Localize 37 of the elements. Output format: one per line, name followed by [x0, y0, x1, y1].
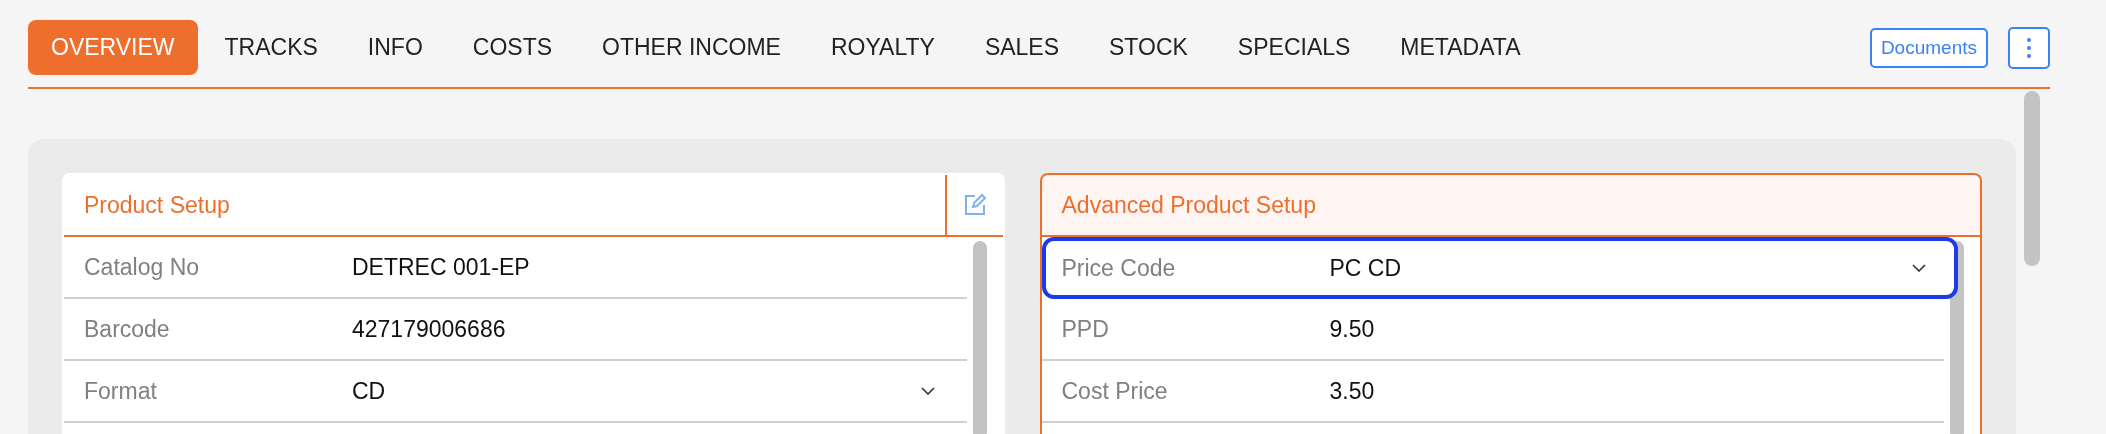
tab[interactable]: METADATA: [1377, 20, 1544, 75]
card-title: Advanced Product Setup: [1060, 191, 1316, 219]
tab[interactable]: ROYALTY: [807, 20, 958, 75]
field-label: Format: [84, 377, 158, 405]
documents-button[interactable]: Documents: [1869, 27, 1988, 68]
edit-icon: [962, 193, 987, 217]
tab[interactable]: SALES: [961, 20, 1083, 75]
more-icon: [2026, 35, 2032, 60]
chevron-down-icon: [920, 387, 935, 395]
field-value: 427179006686: [352, 315, 507, 343]
field-label: Catalog No: [84, 253, 201, 281]
chevron-down-icon: [1912, 264, 1926, 272]
scrollbar[interactable]: [972, 241, 987, 434]
form-row[interactable]: PPD 9.50: [1041, 299, 1944, 361]
form-row[interactable]: Barcode 427179006686: [64, 299, 967, 361]
tab[interactable]: COSTS: [449, 20, 576, 75]
field-value: DETREC 001-EP: [352, 253, 531, 281]
tab[interactable]: TRACKS: [201, 20, 341, 75]
field-label: PPD: [1061, 315, 1110, 343]
tab[interactable]: STOCK: [1086, 20, 1211, 75]
field-value: PC CD: [1329, 254, 1403, 282]
field-label: Price Code: [1061, 254, 1177, 282]
tab[interactable]: OTHER INCOME: [579, 20, 804, 75]
form-row[interactable]: Format CD: [64, 361, 967, 423]
field-value: CD: [352, 377, 387, 405]
more-menu-button[interactable]: [2008, 26, 2050, 69]
form-row[interactable]: Catalog No DETREC 001-EP: [64, 237, 967, 299]
field-label: Barcode: [84, 315, 171, 343]
scrollbar[interactable]: [2024, 91, 2040, 266]
form-row[interactable]: Cost Price 3.50: [1041, 361, 1944, 423]
tab[interactable]: INFO: [344, 20, 446, 75]
tab[interactable]: SPECIALS: [1214, 20, 1374, 75]
field-label: Cost Price: [1061, 377, 1169, 405]
form-row[interactable]: Price Code PC CD: [1041, 237, 1958, 299]
field-value: 3.50: [1329, 377, 1376, 405]
card-title: Product Setup: [83, 191, 230, 219]
field-value: 9.50: [1329, 315, 1376, 343]
